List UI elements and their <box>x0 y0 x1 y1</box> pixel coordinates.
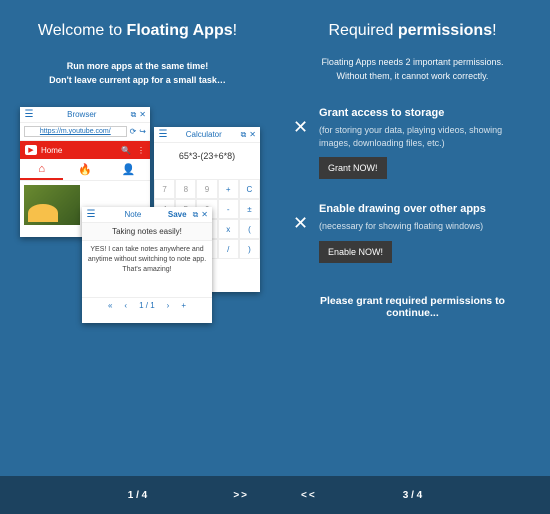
note-title-field: Taking notes easily! <box>82 223 212 241</box>
permission-overlay: ✕ Enable drawing over other apps (necess… <box>293 203 532 263</box>
url-input: https://m.youtube.com/ <box>24 126 127 137</box>
kebab-icon: ⋮ <box>137 146 145 155</box>
calc-key: 7 <box>154 179 175 199</box>
note-toolbar: « ‹ 1 / 1 › + <box>82 297 212 313</box>
menu-icon: ☰ <box>86 209 96 220</box>
continue-prompt: Please grant required permissions to con… <box>293 295 532 319</box>
note-pager: 1 / 1 <box>136 301 158 310</box>
calc-title: Calculator <box>170 130 238 139</box>
tagline: Run more apps at the same time! Don't le… <box>18 60 257 87</box>
calc-key: 8 <box>175 179 196 199</box>
next-button[interactable]: >> <box>233 490 249 501</box>
permissions-subtitle: Floating Apps needs 2 important permissi… <box>293 56 532 83</box>
permission-storage: ✕ Grant access to storage (for storing y… <box>293 107 532 179</box>
calc-key: - <box>218 199 239 219</box>
page-indicator: 1 / 4 <box>128 490 147 501</box>
note-body-field: YES! I can take notes anywhere and anyti… <box>82 241 212 297</box>
note-header: ☰ Note Save ⧉ ✕ <box>82 207 212 223</box>
calc-key: / <box>218 239 239 259</box>
close-icon: ✕ <box>201 210 208 219</box>
permissions-title: Required permissions! <box>293 22 532 40</box>
browser-header: ☰ Browser ⧉ ✕ <box>20 107 150 123</box>
calc-key: ( <box>239 219 260 239</box>
close-icon: ✕ <box>249 130 256 139</box>
account-tab-icon: 👤 <box>107 159 150 180</box>
perm-storage-title: Grant access to storage <box>319 107 532 119</box>
note-prev-icon: ‹ <box>121 301 130 310</box>
youtube-home-label: Home <box>41 146 62 155</box>
grant-storage-button[interactable]: Grant NOW! <box>319 157 387 179</box>
youtube-logo-icon: ▶ <box>25 145 37 155</box>
video-thumbnail <box>24 185 80 225</box>
trending-tab-icon: 🔥 <box>63 159 106 180</box>
footer-left: 1 / 4 >> <box>0 476 275 514</box>
enable-overlay-button[interactable]: Enable NOW! <box>319 241 392 263</box>
footer-right: << 3 / 4 <box>275 476 550 514</box>
home-tab-icon: ⌂ <box>20 159 63 180</box>
calc-key: + <box>218 179 239 199</box>
mock-note-window: ☰ Note Save ⧉ ✕ Taking notes easily! YES… <box>82 207 212 323</box>
mockup-area: ☰ Browser ⧉ ✕ https://m.youtube.com/ ⟳ ↪… <box>14 107 262 377</box>
page-indicator: 3 / 4 <box>403 490 422 501</box>
menu-icon: ☰ <box>24 109 34 120</box>
maximize-icon: ⧉ <box>131 110 137 120</box>
youtube-topbar: ▶ Home 🔍 ⋮ <box>20 141 150 159</box>
browser-title: Browser <box>36 110 128 119</box>
calc-key: 9 <box>196 179 217 199</box>
calc-key: ) <box>239 239 260 259</box>
perm-storage-desc: (for storing your data, playing videos, … <box>319 124 532 149</box>
save-button: Save <box>168 210 187 219</box>
calc-key: x <box>218 219 239 239</box>
calc-key: ± <box>239 199 260 219</box>
maximize-icon: ⧉ <box>241 130 247 140</box>
note-add-icon: + <box>178 301 189 310</box>
note-title: Note <box>98 210 168 219</box>
welcome-title: Welcome to Floating Apps! <box>18 22 257 40</box>
calc-key: C <box>239 179 260 199</box>
perm-overlay-desc: (necessary for showing floating windows) <box>319 220 532 233</box>
refresh-icon: ⟳ <box>130 127 137 136</box>
youtube-tabs: ⌂ 🔥 👤 <box>20 159 150 181</box>
search-icon: 🔍 <box>121 146 131 155</box>
menu-icon: ☰ <box>158 129 168 140</box>
url-bar: https://m.youtube.com/ ⟳ ↪ <box>20 123 150 141</box>
status-denied-icon: ✕ <box>293 213 309 234</box>
perm-overlay-title: Enable drawing over other apps <box>319 203 532 215</box>
maximize-icon: ⧉ <box>193 210 199 220</box>
calc-header: ☰ Calculator ⧉ ✕ <box>154 127 260 143</box>
prev-button[interactable]: << <box>301 490 317 501</box>
status-denied-icon: ✕ <box>293 117 309 138</box>
note-next-icon: › <box>164 301 173 310</box>
close-icon: ✕ <box>139 110 146 119</box>
calc-display: 65*3-(23+6*8) <box>154 143 260 179</box>
forward-icon: ↪ <box>139 127 146 136</box>
note-first-icon: « <box>105 301 115 310</box>
